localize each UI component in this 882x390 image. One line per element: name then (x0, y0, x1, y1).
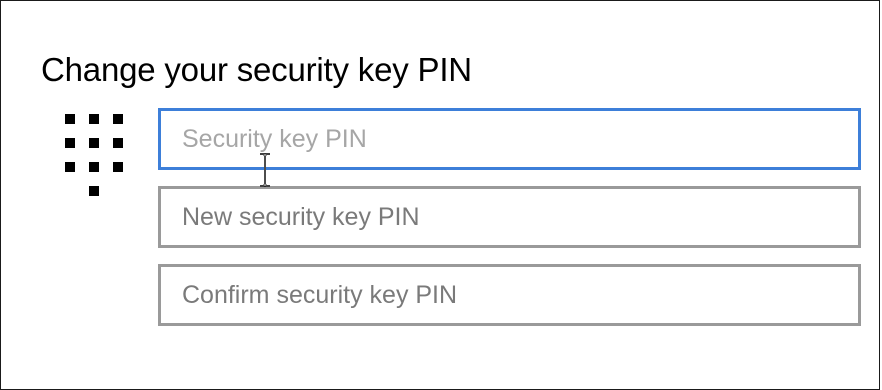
security-key-pin-field[interactable] (158, 108, 861, 170)
confirm-security-key-pin-input[interactable] (161, 267, 858, 323)
change-pin-dialog: Change your security key PIN (0, 0, 880, 390)
confirm-security-key-pin-field[interactable] (158, 264, 861, 326)
keypad-icon (65, 114, 127, 198)
dialog-title: Change your security key PIN (41, 51, 472, 88)
new-security-key-pin-field[interactable] (158, 186, 861, 248)
new-security-key-pin-input[interactable] (161, 189, 858, 245)
security-key-pin-input[interactable] (161, 111, 858, 167)
